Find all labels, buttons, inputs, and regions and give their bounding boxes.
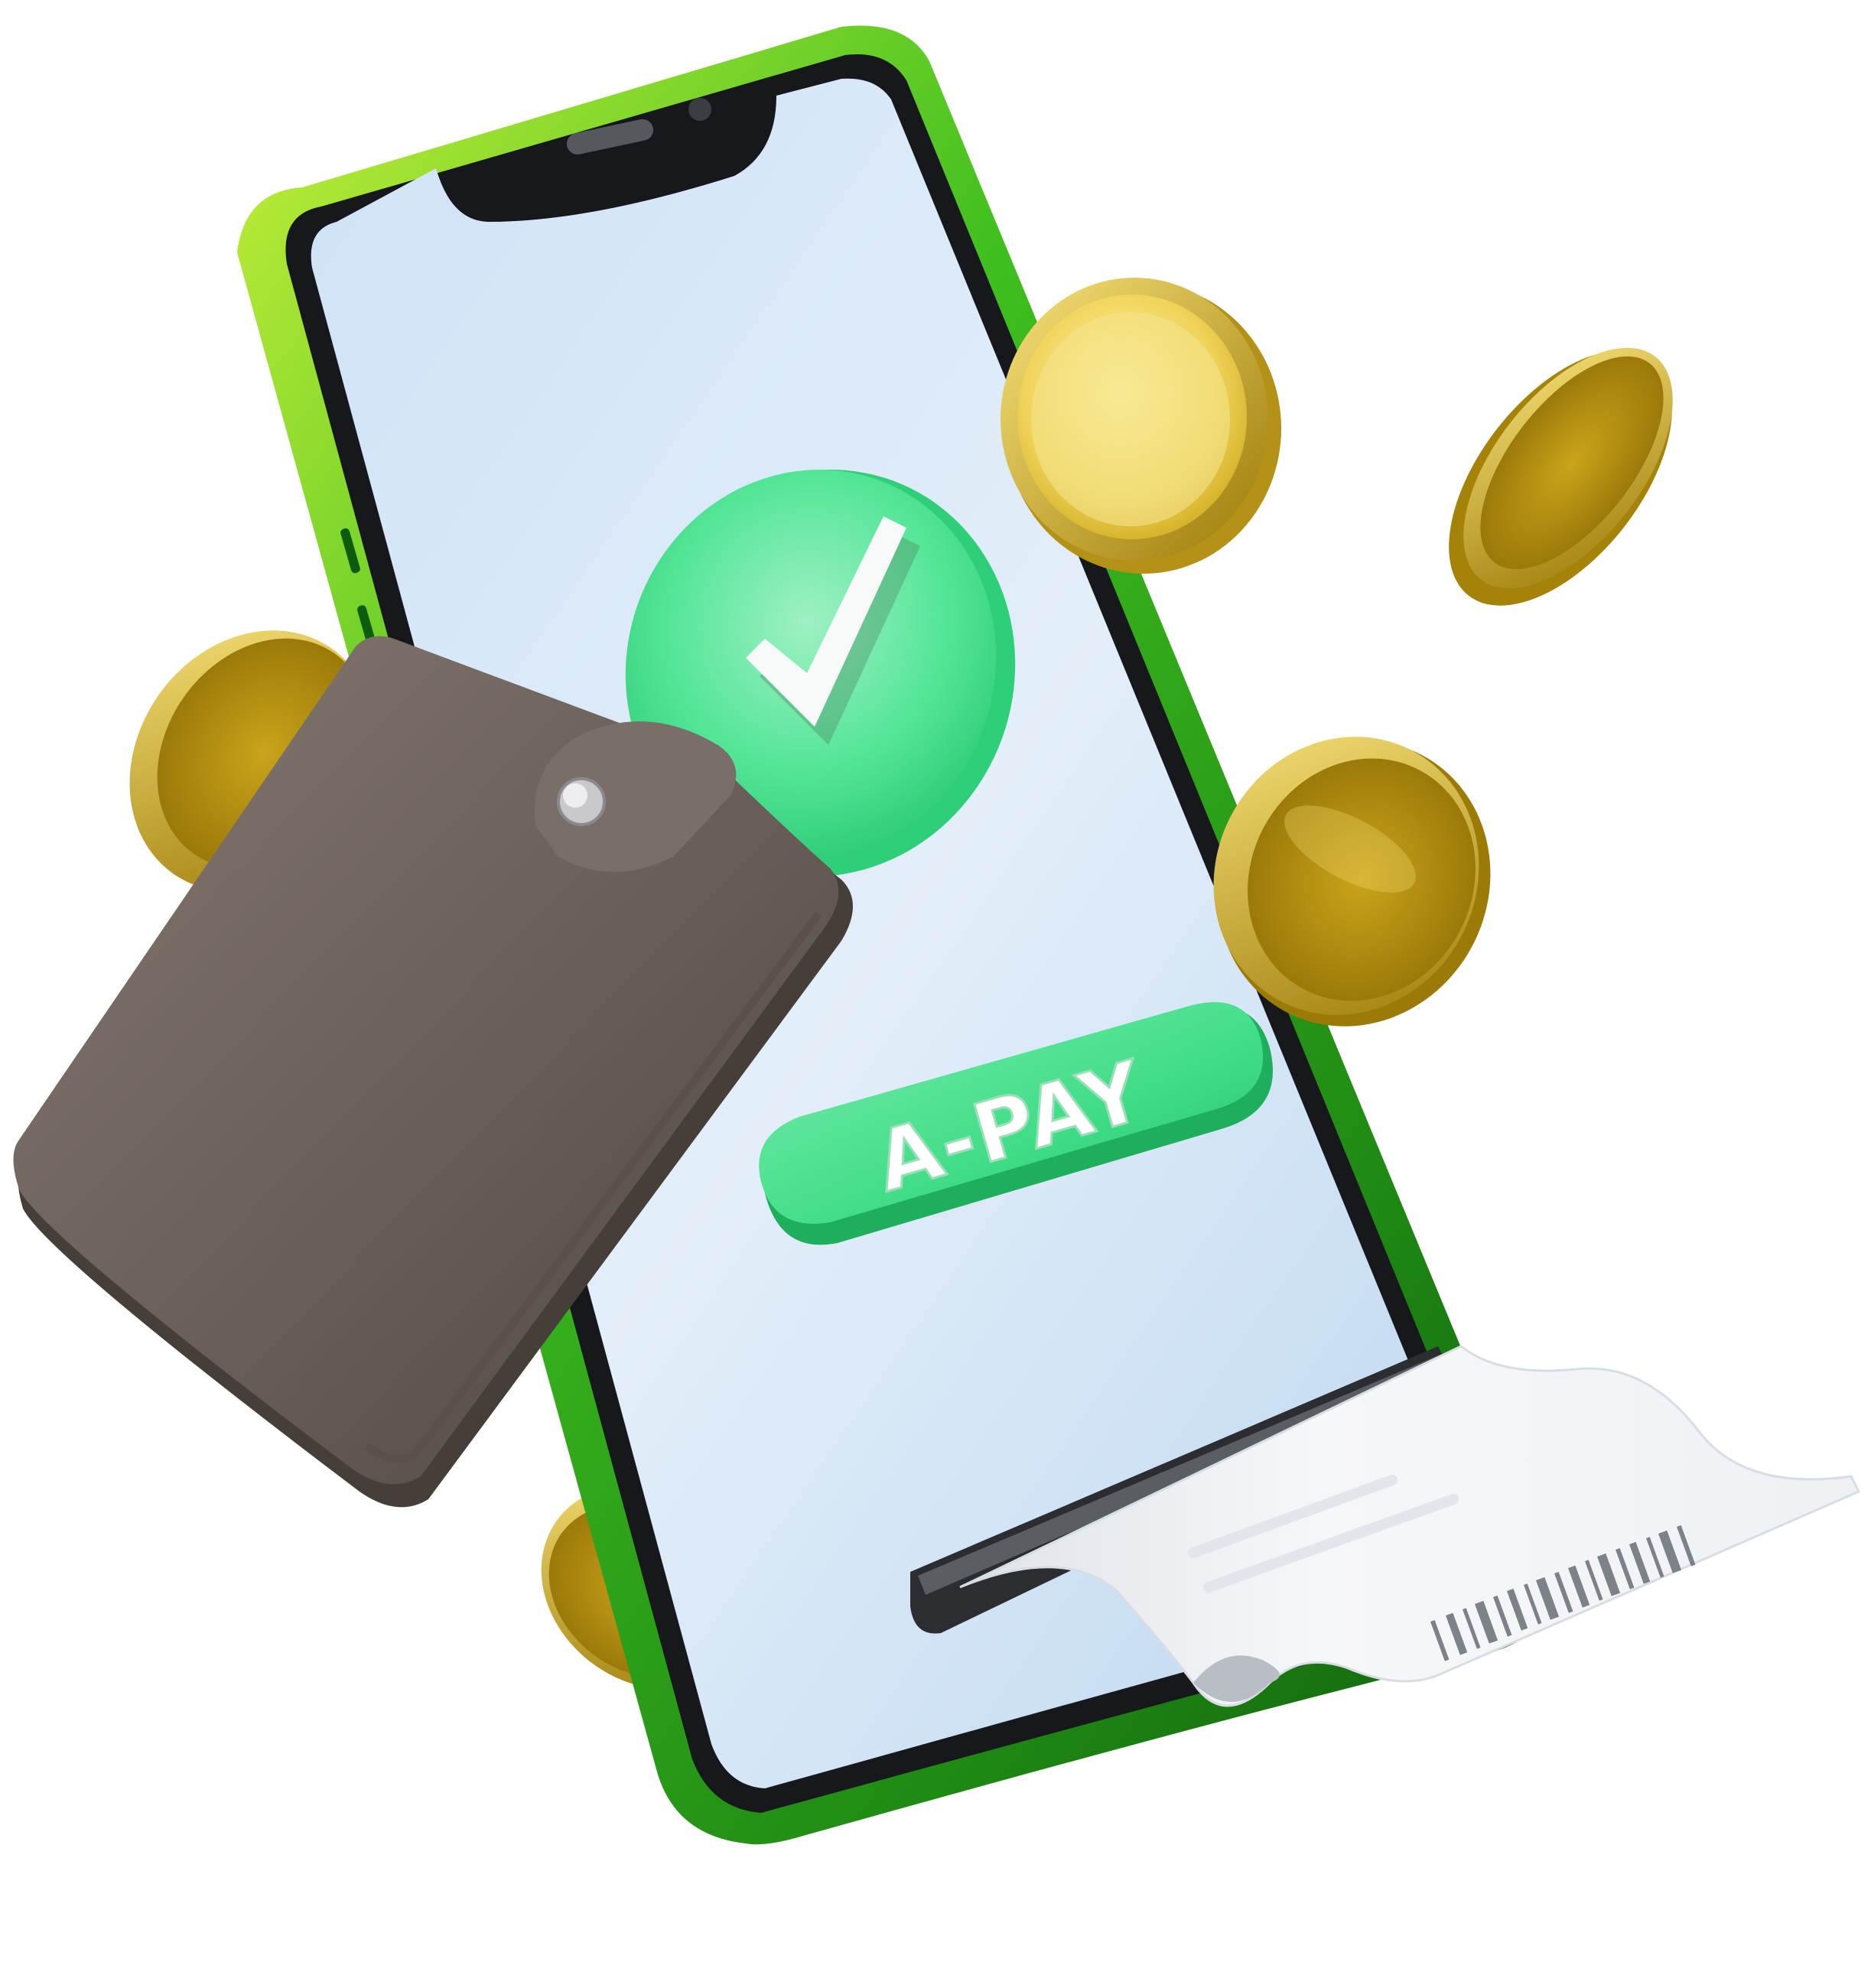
payment-illustration: A-PAY (13, 25, 1861, 1845)
coin-icon (1449, 347, 1673, 606)
